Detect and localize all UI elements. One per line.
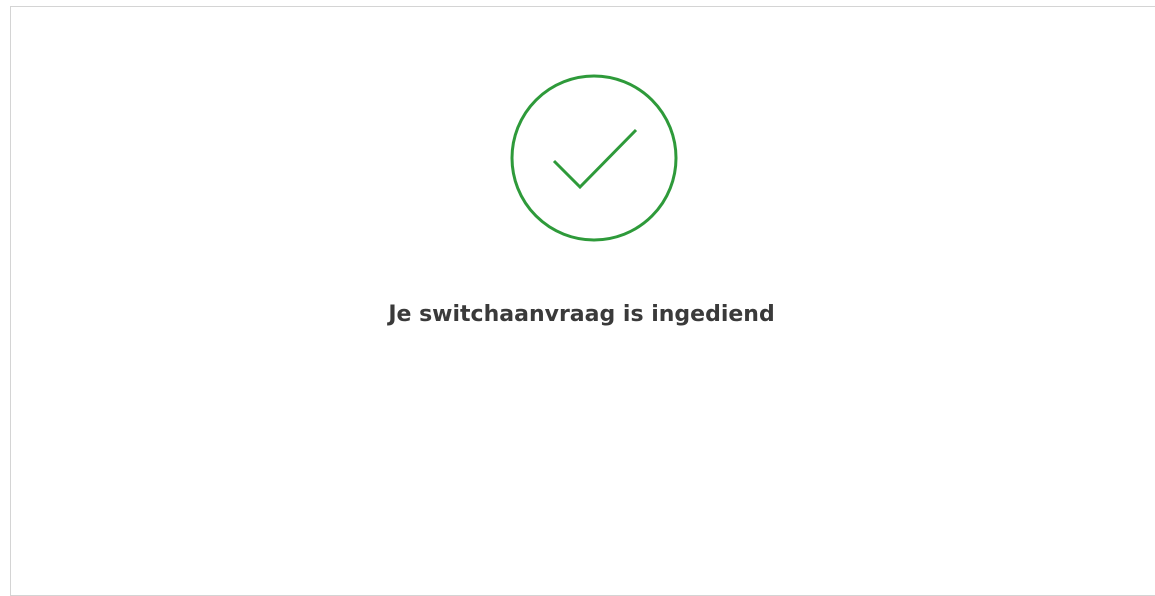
checkmark-circle-icon bbox=[509, 73, 679, 243]
confirmation-panel bbox=[10, 6, 1155, 596]
confirmation-message: Je switchaanvraag is ingediend bbox=[388, 302, 775, 327]
